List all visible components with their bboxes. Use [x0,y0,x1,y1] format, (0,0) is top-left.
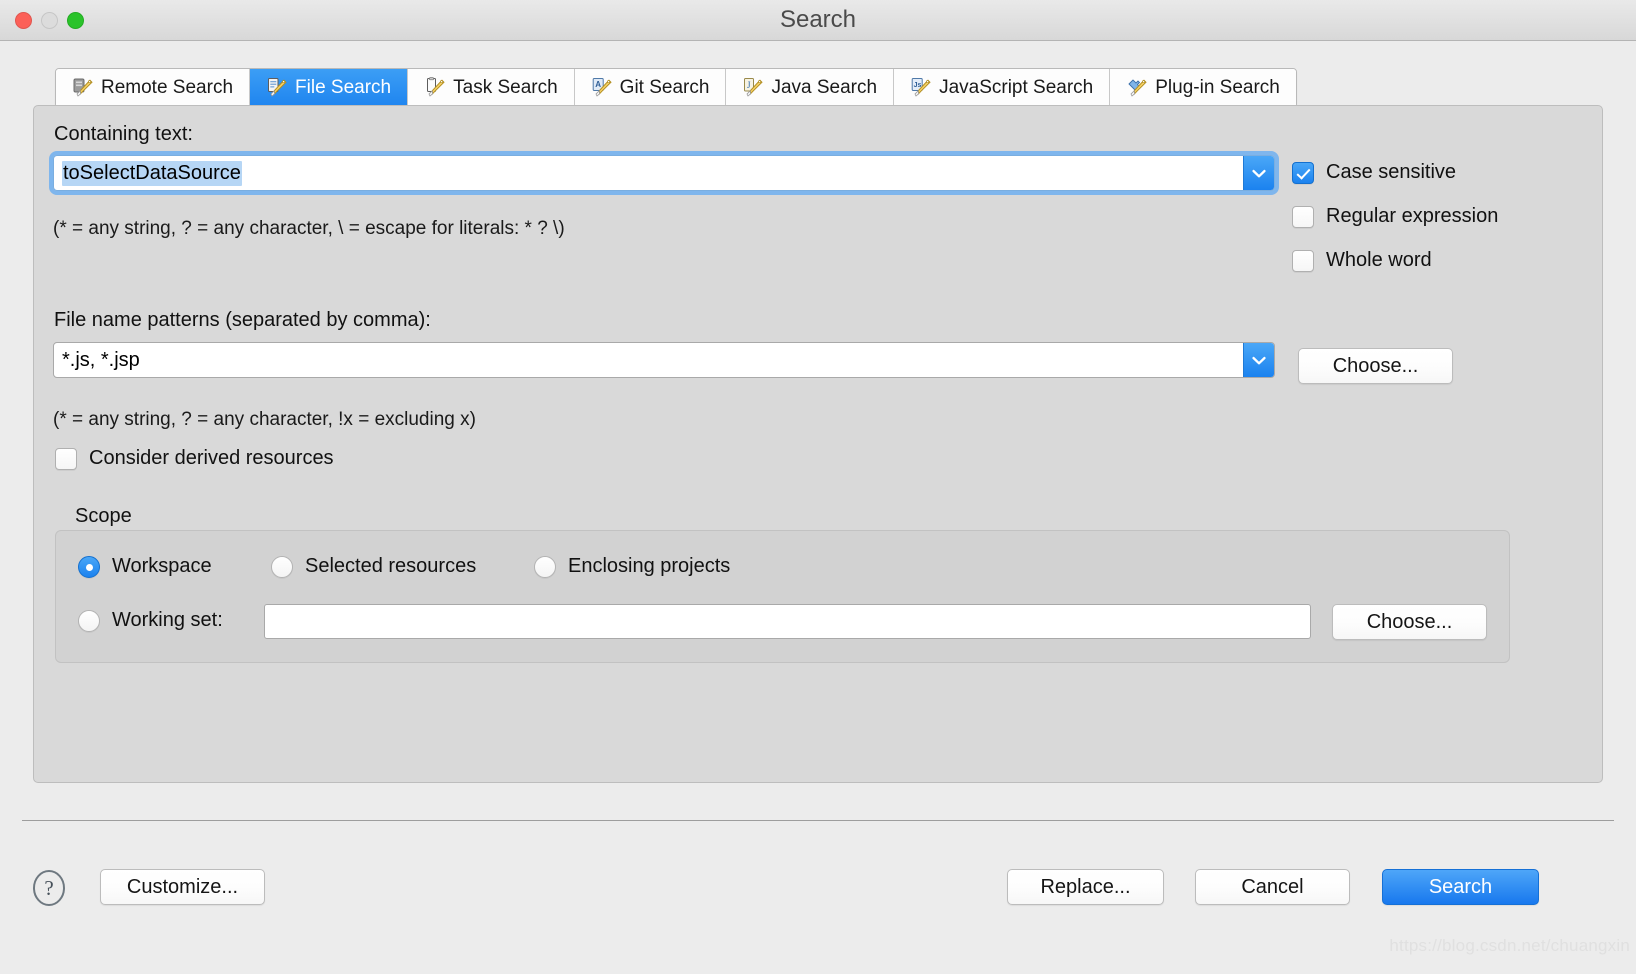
tab-git-search[interactable]: A Git Search [574,69,727,107]
java-search-icon: J [742,77,764,99]
scope-radio-enclosing-projects[interactable]: Enclosing projects [534,555,730,578]
help-icon[interactable]: ? [30,869,68,907]
tab-label: JavaScript Search [939,77,1094,98]
file-patterns-hint: (* = any string, ? = any character, !x =… [53,409,476,430]
consider-derived-resources-label: Consider derived resources [89,447,334,469]
scope-radio-workspace[interactable]: Workspace [78,555,212,578]
scope-group: Workspace Selected resources Enclosing p… [55,530,1510,663]
working-set-radio[interactable] [78,609,100,632]
watermark: https://blog.csdn.net/chuangxin [1389,936,1630,955]
containing-text-hint: (* = any string, ? = any character, \ = … [53,218,565,239]
cancel-button[interactable]: Cancel [1195,869,1350,905]
containing-text-input[interactable]: toSelectDataSource [54,156,1243,190]
tab-label: Task Search [453,77,558,98]
case-sensitive-label: Case sensitive [1326,161,1457,183]
remote-search-icon [72,77,94,99]
regular-expression-label: Regular expression [1326,205,1499,227]
javascript-search-icon: Js [910,77,932,99]
workspace-radio[interactable] [78,555,100,578]
svg-text:J: J [747,80,751,90]
search-dialog-window: Search Remote Search File Search Task Se… [0,0,1636,974]
file-search-icon [266,77,288,99]
whole-word-checkbox[interactable] [1292,249,1314,272]
workspace-label: Workspace [112,555,212,577]
search-button[interactable]: Search [1382,869,1539,905]
tab-javascript-search[interactable]: Js JavaScript Search [894,69,1111,107]
tab-label: Plug-in Search [1155,77,1280,98]
tab-label: Java Search [771,77,878,98]
tab-plugin-search[interactable]: Plug-in Search [1110,69,1296,107]
enclosing-projects-label: Enclosing projects [568,555,731,577]
file-patterns-label: File name patterns (separated by comma): [54,309,431,331]
selected-resources-label: Selected resources [305,555,477,577]
svg-text:?: ? [44,876,53,900]
replace-button[interactable]: Replace... [1007,869,1164,905]
file-patterns-dropdown-arrow[interactable] [1243,343,1274,377]
consider-derived-resources-checkbox[interactable] [55,447,77,470]
tab-label: Remote Search [101,77,234,98]
working-set-choose-button[interactable]: Choose... [1332,604,1487,640]
search-tabs: Remote Search File Search Task Search A … [55,68,1297,108]
tab-remote-search[interactable]: Remote Search [56,69,251,107]
file-search-panel: Containing text: toSelectDataSource (* =… [33,105,1603,783]
consider-derived-resources-option[interactable]: Consider derived resources [55,447,334,470]
task-search-icon [424,77,446,99]
tab-java-search[interactable]: J Java Search [726,69,895,107]
customize-button[interactable]: Customize... [100,869,265,905]
containing-text-value: toSelectDataSource [62,160,242,186]
containing-text-label: Containing text: [54,123,193,145]
whole-word-option[interactable]: Whole word [1292,249,1432,272]
scope-radio-selected-resources[interactable]: Selected resources [271,555,476,578]
plugin-search-icon [1126,77,1148,99]
tab-label: Git Search [619,77,710,98]
file-patterns-input[interactable]: *.js, *.jsp [54,343,1243,377]
containing-text-combo[interactable]: toSelectDataSource [49,151,1279,195]
working-set-input[interactable] [264,604,1311,639]
regular-expression-option[interactable]: Regular expression [1292,205,1498,228]
window-title: Search [779,6,857,33]
scope-radio-working-set[interactable]: Working set: [78,609,223,632]
working-set-label: Working set: [112,609,223,631]
git-search-icon: A [591,77,613,99]
whole-word-label: Whole word [1326,249,1432,271]
footer-divider [22,820,1614,821]
regular-expression-checkbox[interactable] [1292,205,1314,228]
case-sensitive-option[interactable]: Case sensitive [1292,161,1456,184]
scope-group-title: Scope [75,505,132,527]
file-patterns-combo[interactable]: *.js, *.jsp [53,342,1275,378]
file-patterns-value: *.js, *.jsp [62,348,140,371]
case-sensitive-checkbox[interactable] [1292,161,1314,184]
enclosing-projects-radio[interactable] [534,555,556,578]
title-bar: Search [0,0,1636,41]
tab-task-search[interactable]: Task Search [408,69,575,107]
svg-text:A: A [595,80,601,89]
file-patterns-choose-button[interactable]: Choose... [1298,348,1453,384]
tab-file-search[interactable]: File Search [250,69,409,107]
containing-text-dropdown-arrow[interactable] [1243,156,1274,190]
tab-label: File Search [295,77,392,98]
selected-resources-radio[interactable] [271,555,293,578]
